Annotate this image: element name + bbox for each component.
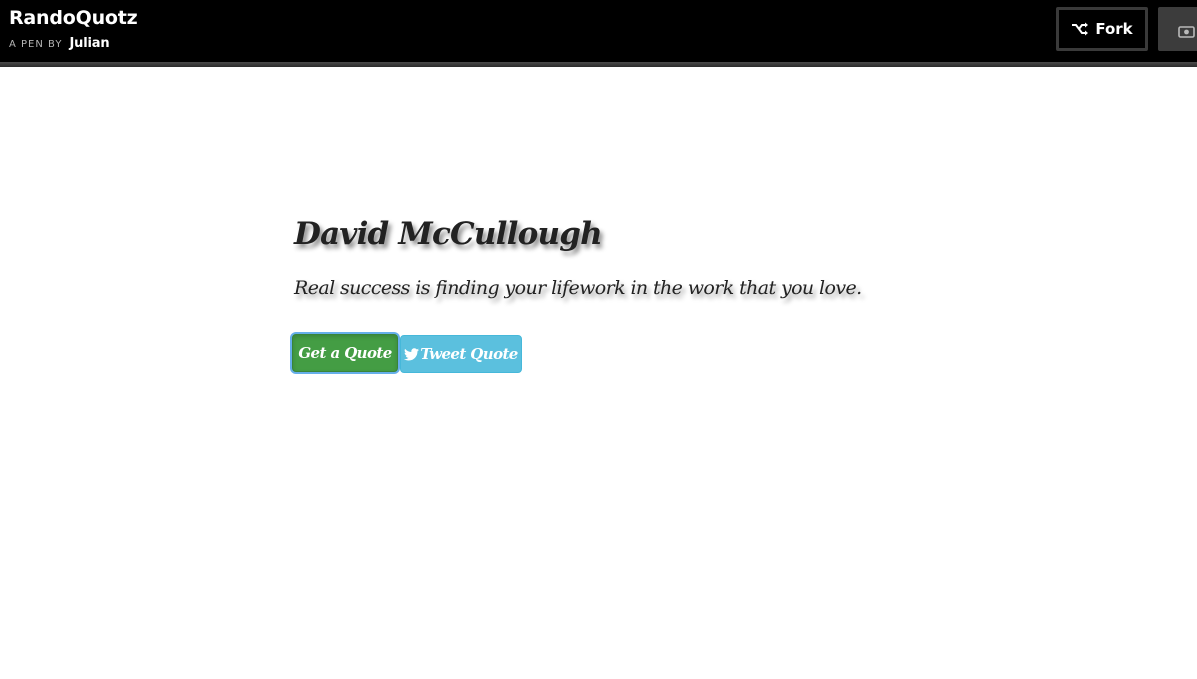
- pen-title[interactable]: RandoQuotz: [9, 6, 138, 30]
- quote-box: David McCullough Real success is finding…: [294, 210, 862, 299]
- fork-label: Fork: [1095, 20, 1133, 38]
- tweet-quote-button[interactable]: Tweet Quote: [400, 335, 522, 373]
- fork-icon: [1071, 22, 1089, 36]
- get-quote-button[interactable]: Get a Quote: [292, 334, 398, 372]
- header-divider: [0, 62, 1197, 67]
- by-label: A PEN BY: [9, 39, 63, 50]
- author-link[interactable]: Julian: [70, 36, 110, 51]
- quote-text: Real success is finding your lifework in…: [294, 277, 862, 299]
- codepen-header: RandoQuotz A PEN BY Julian Fork: [0, 0, 1197, 62]
- change-view-button[interactable]: [1158, 7, 1197, 51]
- fork-button[interactable]: Fork: [1056, 7, 1148, 51]
- twitter-icon: [404, 347, 420, 361]
- tweet-quote-label: Tweet Quote: [420, 345, 518, 363]
- get-quote-label: Get a Quote: [298, 344, 392, 362]
- quote-author: David McCullough: [294, 216, 603, 252]
- eye-icon: [1178, 23, 1195, 38]
- pen-byline: A PEN BY Julian: [9, 34, 110, 53]
